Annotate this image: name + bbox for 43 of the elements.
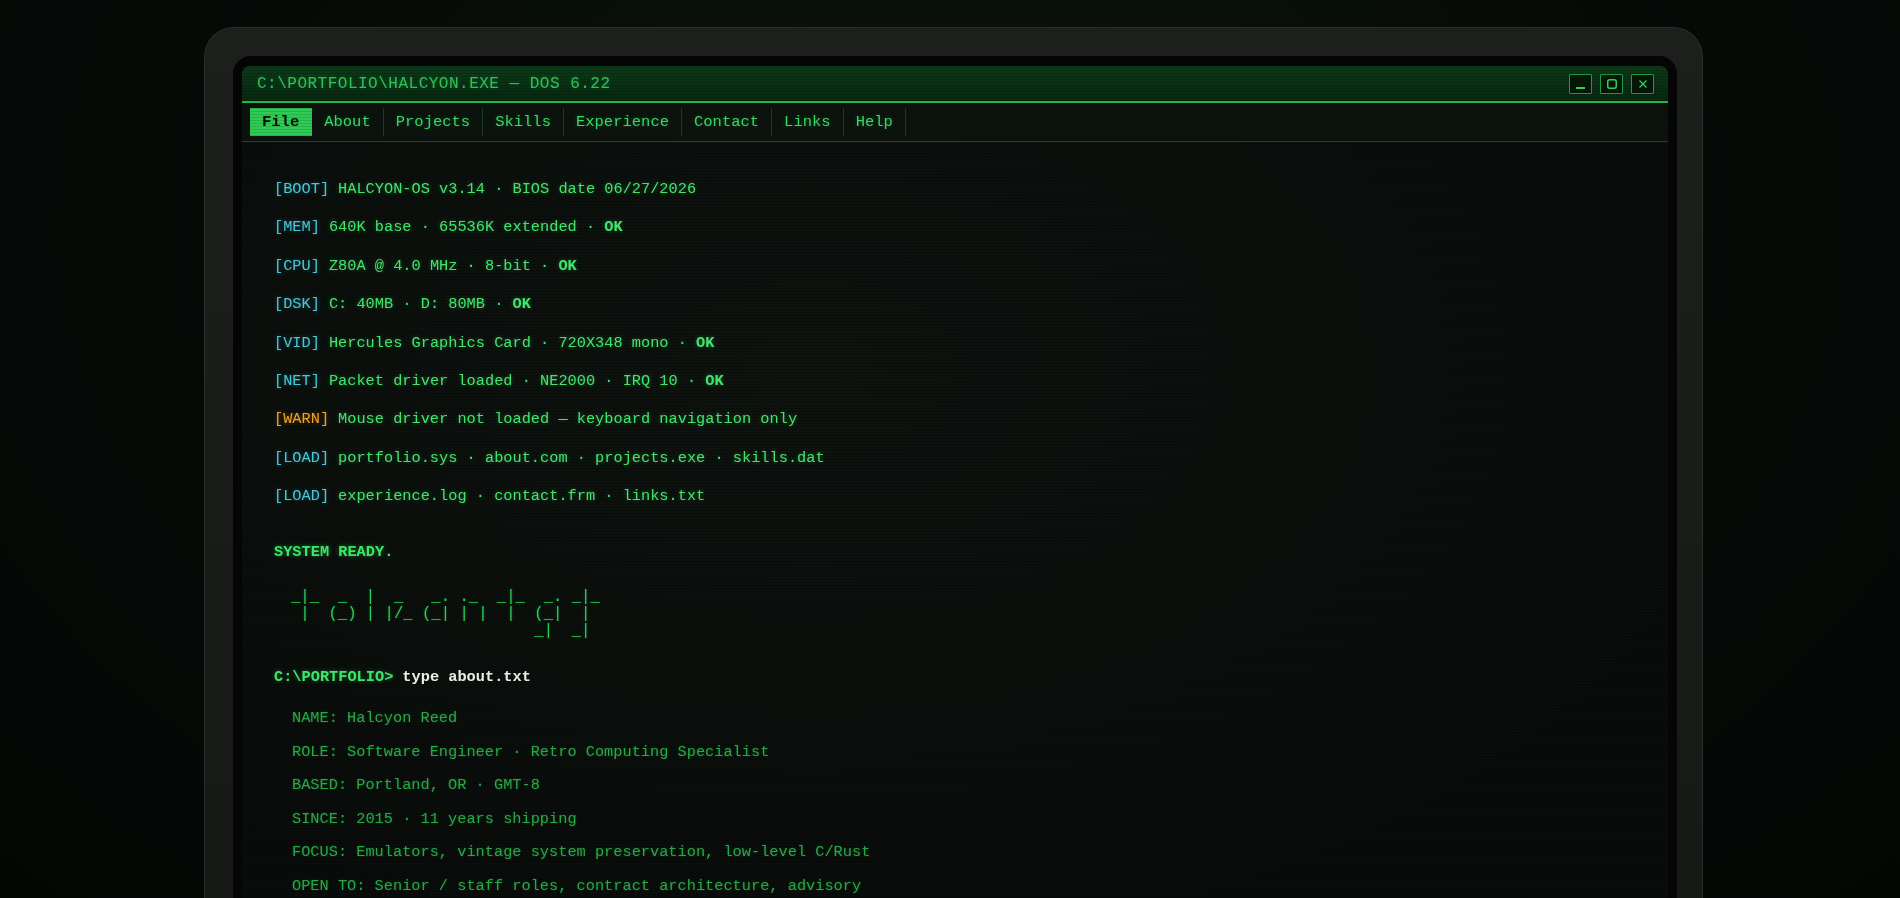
about-line: SINCE: 2015 · 11 years shipping [292,809,578,828]
prompt-path: C:\PORTFOLIO> [274,667,394,689]
menu-item[interactable]: Projects [383,108,484,136]
log-tag: [NET] [274,369,320,392]
status-message: SYSTEM READY. [274,542,394,564]
menu-item[interactable]: Experience [563,108,682,136]
log-tag: [MEM] [274,216,320,239]
about-line: ROLE: Software Engineer · Retro Computing Specialist [292,742,771,761]
window-title: C:\PORTFOLIO\HALCYON.EXE — DOS 6.22 [257,74,611,93]
log-message: Mouse driver not loaded — keyboard navigation only [338,409,798,431]
minimize-icon [1576,86,1585,89]
log-tag: [VID] [274,331,320,354]
about-line: NAME: Halcyon Reed [292,709,459,728]
log-message: Z80A @ 4.0 MHz · 8-bit · OK [328,255,577,277]
menu-item[interactable]: Help [843,108,906,136]
command-text: type about.txt [402,667,531,689]
log-tag: [LOAD] [274,446,330,469]
minimize-button[interactable] [1569,73,1592,94]
menu-item[interactable]: File [250,108,313,136]
log-message: experience.log · contact.frm · links.txt [338,486,706,508]
close-button[interactable] [1631,73,1654,94]
about-line: FOCUS: Emulators, vintage system preservation, low-level C/Rust [292,843,871,862]
menu-item[interactable]: Skills [483,108,564,136]
menu-item[interactable]: Links [772,108,844,136]
log-message: 640K base · 65536K extended · OK [328,217,623,239]
close-icon [1638,79,1647,88]
log-message: Hercules Graphics Card · 720X348 mono · OK [328,332,715,354]
log-tag: [DSK] [274,293,320,316]
log-message: C: 40MB · D: 80MB · OK [328,294,531,316]
log-tag: [WARN] [274,408,330,431]
menu-item[interactable]: About [312,108,384,136]
log-tag: [LOAD] [274,485,330,508]
menu-item[interactable]: Contact [682,108,773,136]
ascii-art-logo: _|_ _ | _ _. ._ _|_ _. _|_ | (_) | |/_ (_| | | | (_| | _| _| [291,589,600,641]
about-line: OPEN TO: Senior / staff roles, contract architecture, advisory [292,876,863,895]
log-message: HALCYON-OS v3.14 · BIOS date 06/27/2026 [338,179,697,200]
log-message: Packet driver loaded · NE2000 · IRQ 10 · OK [328,370,724,392]
maximize-button[interactable] [1600,73,1623,94]
log-tag: [CPU] [274,254,320,277]
log-tag: [BOOT] [274,178,330,200]
about-line: BASED: Portland, OR · GMT-8 [292,776,541,795]
log-message: portfolio.sys · about.com · projects.exe · skills.dat [338,447,825,469]
maximize-icon [1606,78,1617,89]
